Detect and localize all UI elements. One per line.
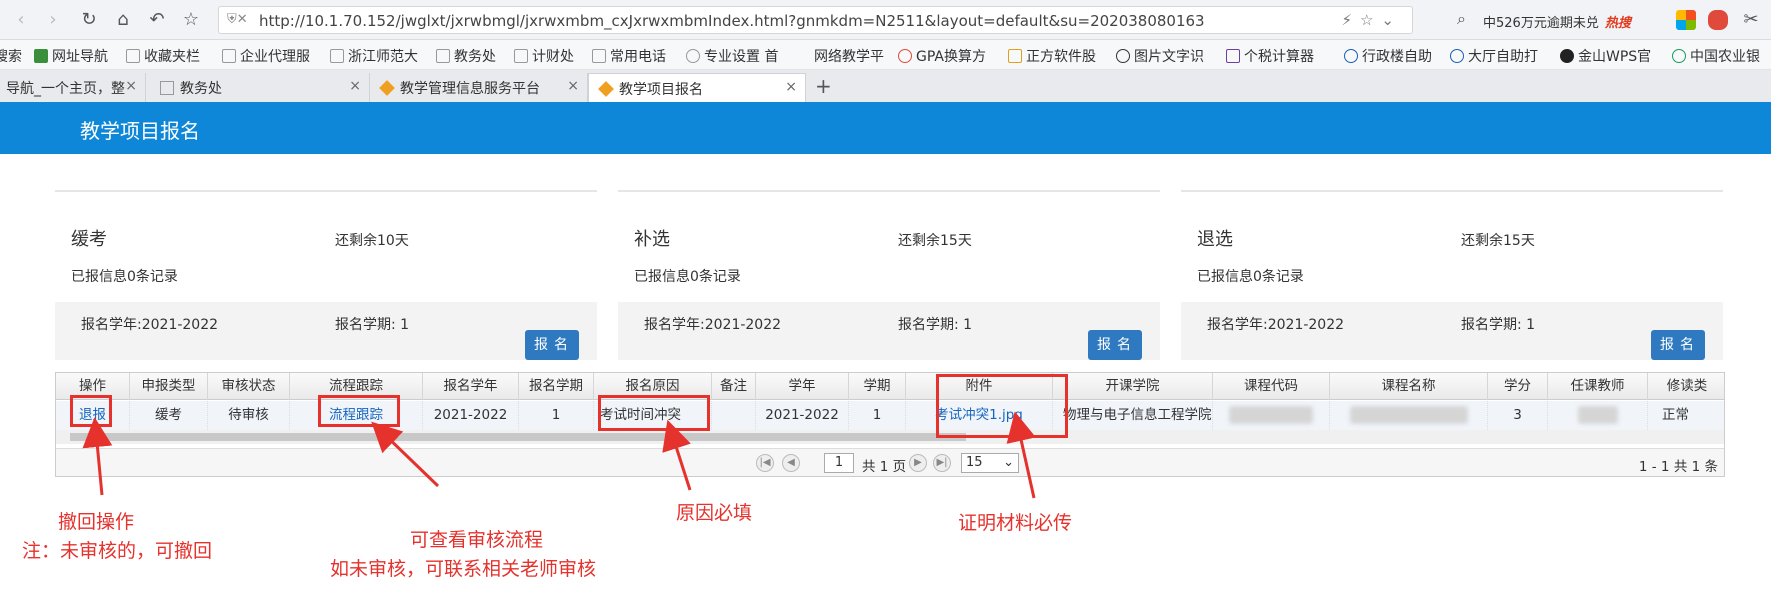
annotation-attachment: 证明材料必传 — [958, 512, 1073, 534]
annotation-track-2: 如未审核，可联系相关老师审核 — [330, 558, 597, 580]
annotation-withdraw: 撤回操作 — [58, 511, 135, 533]
annotation-arrows — [82, 411, 1036, 499]
annotation-withdraw-note: 注：未审核的，可撤回 — [22, 540, 213, 562]
annotation-reason: 原因必填 — [676, 502, 753, 524]
annotation-track-1: 可查看审核流程 — [410, 529, 544, 551]
